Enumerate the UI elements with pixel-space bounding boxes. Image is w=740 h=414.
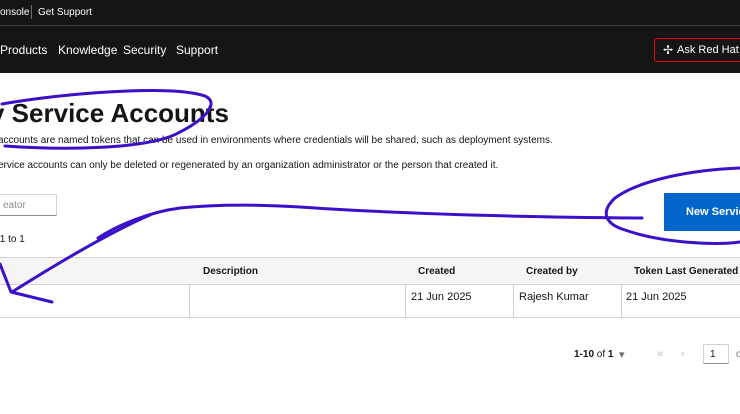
connector-line-annotation	[96, 203, 644, 240]
button-circle-annotation	[604, 166, 740, 245]
arrow-shaft-annotation	[10, 213, 152, 294]
title-circle-annotation	[0, 89, 213, 150]
handwritten-annotations	[0, 89, 740, 304]
